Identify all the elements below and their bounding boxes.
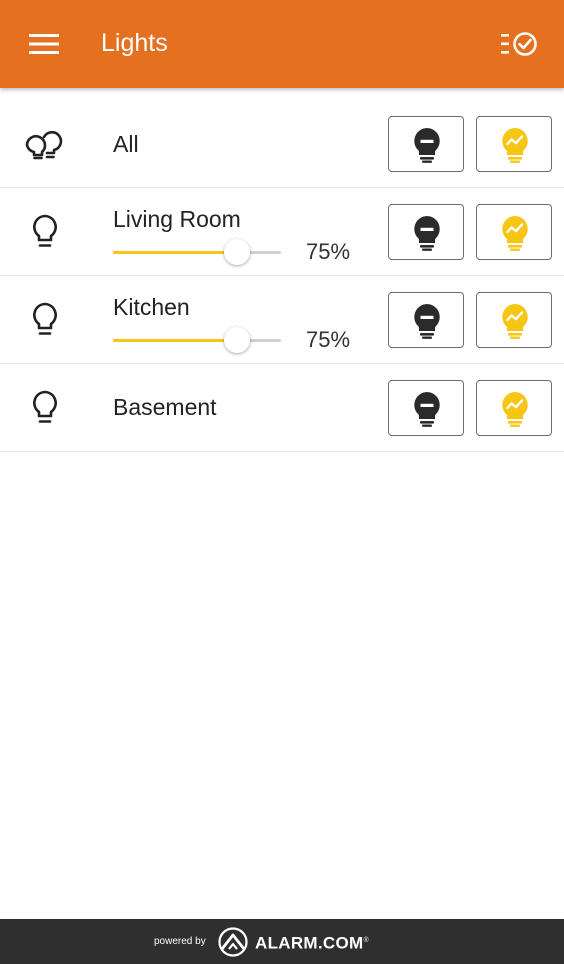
- basement-on-button[interactable]: [476, 380, 552, 436]
- bulb-outline-icon: [24, 211, 66, 253]
- basement-off-button[interactable]: [388, 380, 464, 436]
- hamburger-menu-icon: [29, 34, 59, 54]
- room-label: Basement: [113, 394, 217, 420]
- slider-thumb[interactable]: [224, 327, 250, 353]
- room-label: Living Room: [113, 206, 241, 232]
- dimmer-level: 75%: [306, 327, 351, 352]
- light-row-living-room: Living Room 75%: [0, 188, 564, 276]
- multi-bulb-icon: [24, 123, 66, 165]
- light-row-kitchen: Kitchen 75%: [0, 276, 564, 364]
- slider-fill: [113, 339, 237, 342]
- alarm-logo-icon: [218, 927, 248, 957]
- all-off-button[interactable]: [388, 116, 464, 172]
- schedule-button[interactable]: [494, 22, 544, 66]
- bulb-on-icon: [502, 128, 528, 163]
- bulb-off-icon: [414, 216, 440, 251]
- menu-button[interactable]: [20, 24, 68, 64]
- slider-fill: [113, 251, 237, 254]
- slider-thumb[interactable]: [224, 239, 250, 265]
- bulb-off-icon: [414, 304, 440, 339]
- dimmer-slider[interactable]: [113, 327, 281, 353]
- light-row-all: All: [0, 100, 564, 188]
- kitchen-on-button[interactable]: [476, 292, 552, 348]
- room-label: Kitchen: [113, 294, 190, 320]
- schedule-check-icon: [501, 32, 537, 56]
- bulb-on-icon: [502, 304, 528, 339]
- brand-name: ALARM.COM®: [255, 933, 369, 953]
- bulb-outline-icon: [24, 387, 66, 429]
- living-room-off-button[interactable]: [388, 204, 464, 260]
- kitchen-off-button[interactable]: [388, 292, 464, 348]
- bulb-on-icon: [502, 216, 528, 251]
- bulb-off-icon: [414, 128, 440, 163]
- dimmer-slider[interactable]: [113, 239, 281, 265]
- footer-bar: powered by ALARM.COM®: [0, 919, 564, 964]
- light-row-basement: Basement: [0, 364, 564, 452]
- room-label: All: [113, 131, 139, 157]
- app-bar: Lights: [0, 0, 564, 88]
- powered-by-text: powered by: [154, 936, 206, 947]
- bulb-on-icon: [502, 392, 528, 427]
- living-room-on-button[interactable]: [476, 204, 552, 260]
- registered-mark: ®: [363, 937, 369, 944]
- dimmer-level: 75%: [306, 239, 351, 264]
- page-title: Lights: [101, 29, 168, 57]
- bulb-outline-icon: [24, 299, 66, 341]
- all-on-button[interactable]: [476, 116, 552, 172]
- bulb-off-icon: [414, 392, 440, 427]
